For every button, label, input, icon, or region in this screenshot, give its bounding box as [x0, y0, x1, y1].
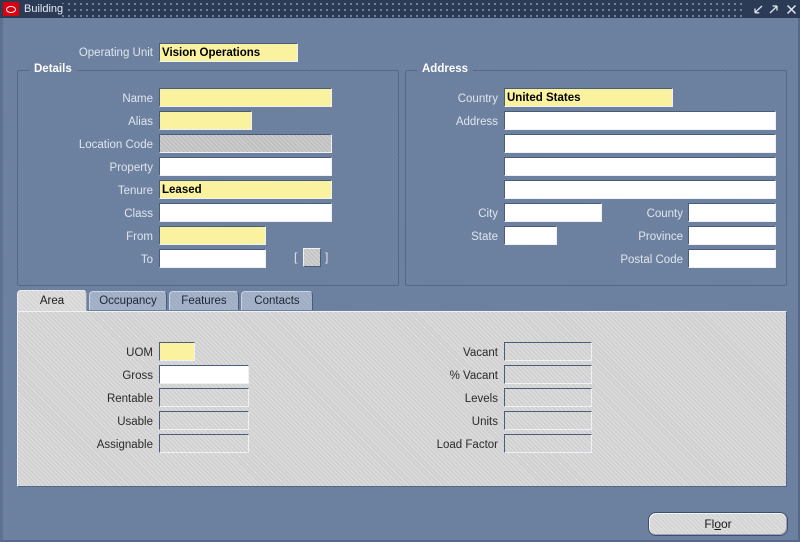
province-field[interactable]	[688, 226, 776, 245]
name-field[interactable]	[159, 88, 332, 107]
load-factor-field	[504, 434, 592, 453]
postal-code-field[interactable]	[688, 249, 776, 268]
country-field[interactable]: United States	[504, 88, 673, 107]
county-field[interactable]	[688, 203, 776, 222]
lov-bracket-close: ]	[325, 250, 329, 264]
state-label: State	[471, 231, 498, 243]
address-line-4-field[interactable]	[504, 180, 776, 199]
levels-field	[504, 388, 592, 407]
details-group-title: Details	[29, 63, 77, 76]
address-label: Address	[455, 116, 498, 128]
usable-field	[159, 411, 249, 430]
tab-area[interactable]: Area	[17, 290, 87, 311]
postal-code-label: Postal Code	[620, 254, 683, 266]
tab-strip: Area Occupancy Features Contacts	[17, 290, 787, 311]
county-label: County	[646, 208, 683, 220]
units-field	[504, 411, 592, 430]
property-field[interactable]	[159, 157, 332, 176]
usable-label: Usable	[117, 416, 153, 428]
country-label: Country	[457, 93, 498, 105]
tab-features[interactable]: Features	[169, 291, 239, 310]
assignable-field	[159, 434, 249, 453]
alias-field[interactable]	[159, 111, 252, 130]
operating-unit-label: Operating Unit	[78, 47, 153, 59]
from-label: From	[126, 231, 153, 243]
percent-vacant-field	[504, 365, 592, 384]
titlebar-texture	[62, 1, 742, 17]
form-canvas: Operating Unit Vision Operations Details…	[0, 18, 800, 542]
location-code-field	[159, 134, 332, 153]
tab-contacts[interactable]: Contacts	[241, 291, 313, 310]
address-group-title: Address	[417, 63, 474, 76]
tenure-label: Tenure	[117, 185, 153, 197]
gross-label: Gross	[122, 370, 153, 382]
minimize-button[interactable]	[751, 3, 764, 16]
window-title: Building	[24, 3, 68, 15]
from-field[interactable]	[159, 226, 266, 245]
oracle-logo-icon	[3, 2, 19, 16]
lov-bracket-open: [	[294, 250, 298, 264]
percent-vacant-label: % Vacant	[449, 370, 498, 382]
name-label: Name	[122, 93, 153, 105]
address-line-3-field[interactable]	[504, 157, 776, 176]
gross-field[interactable]	[159, 365, 249, 384]
levels-label: Levels	[464, 393, 498, 405]
vacant-label: Vacant	[463, 347, 498, 359]
address-line-2-field[interactable]	[504, 134, 776, 153]
property-label: Property	[109, 162, 153, 174]
close-button[interactable]	[785, 3, 798, 16]
tenure-field[interactable]: Leased	[159, 180, 332, 199]
units-label: Units	[471, 416, 498, 428]
uom-field[interactable]	[159, 342, 195, 361]
assignable-label: Assignable	[96, 439, 153, 451]
province-label: Province	[638, 231, 683, 243]
address-line-1-field[interactable]	[504, 111, 776, 130]
tab-occupancy[interactable]: Occupancy	[89, 291, 167, 310]
uom-label: UOM	[126, 347, 153, 359]
class-field[interactable]	[159, 203, 332, 222]
lov-button[interactable]	[303, 248, 321, 267]
building-window: Building Operating Unit Vision Operation…	[0, 0, 800, 542]
floor-button[interactable]: Floor	[648, 512, 788, 536]
load-factor-label: Load Factor	[436, 439, 498, 451]
location-code-label: Location Code	[78, 139, 153, 151]
vacant-field	[504, 342, 592, 361]
window-controls	[748, 0, 798, 18]
to-field[interactable]	[159, 249, 266, 268]
rentable-label: Rentable	[106, 393, 153, 405]
alias-label: Alias	[128, 116, 153, 128]
maximize-button[interactable]	[768, 3, 781, 16]
class-label: Class	[124, 208, 153, 220]
rentable-field	[159, 388, 249, 407]
floor-button-label: Floor	[704, 517, 732, 531]
window-titlebar[interactable]: Building	[0, 0, 800, 18]
city-label: City	[478, 208, 498, 220]
state-field[interactable]	[504, 226, 557, 245]
to-label: To	[140, 254, 153, 266]
operating-unit-field[interactable]: Vision Operations	[159, 43, 298, 62]
